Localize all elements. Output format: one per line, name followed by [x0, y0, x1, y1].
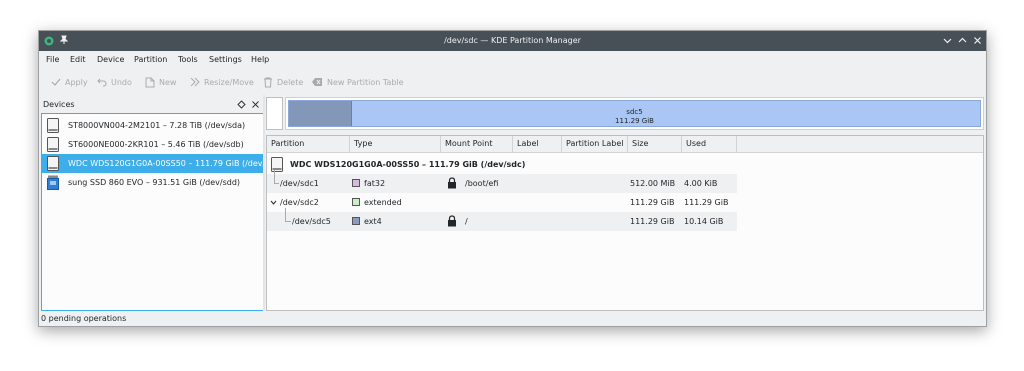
- table-row[interactable]: /dev/sdc1 fat32 /boot/efi 512.00 MiB 4.0…: [267, 170, 737, 193]
- device-item-sdb[interactable]: ST6000NE000-2KR101 – 5.46 TiB (/dev/sdb): [42, 135, 263, 154]
- mount-point: /boot/efi: [465, 179, 499, 188]
- partition-block-sdc5[interactable]: sdc5 111.29 GiB: [288, 100, 981, 127]
- status-text: 0 pending operations: [41, 314, 127, 323]
- undo-icon: [97, 78, 107, 87]
- device-label: ST6000NE000-2KR101 – 5.46 TiB (/dev/sdb): [68, 140, 244, 149]
- menu-edit[interactable]: Edit: [70, 55, 86, 64]
- column-header-mount-point[interactable]: Mount Point: [441, 136, 513, 152]
- table-header: Partition Type Mount Point Label Partiti…: [267, 136, 983, 153]
- device-label: sung SSD 860 EVO – 931.51 GiB (/dev/sdd): [68, 178, 241, 187]
- lock-icon: [448, 177, 456, 189]
- column-header-type[interactable]: Type: [350, 136, 441, 152]
- checkmark-icon: [51, 78, 61, 86]
- new-document-icon: [145, 77, 155, 87]
- partition-used: 10.14 GiB: [684, 217, 724, 226]
- menu-device[interactable]: Device: [97, 55, 124, 64]
- partition-table: Partition Type Mount Point Label Partiti…: [266, 135, 984, 311]
- device-label: ST8000VN004-2M2101 – 7.28 TiB (/dev/sda): [68, 121, 246, 130]
- apply-label: Apply: [65, 77, 88, 87]
- partition-used: 111.29 GiB: [684, 198, 729, 207]
- delete-button[interactable]: Delete: [263, 75, 303, 89]
- menu-settings[interactable]: Settings: [209, 55, 242, 64]
- close-icon[interactable]: [972, 35, 983, 46]
- undo-label: Undo: [111, 77, 132, 87]
- app-window: /dev/sdc — KDE Partition Manager File Ed…: [38, 30, 987, 327]
- devices-title: Devices: [43, 100, 75, 109]
- partition-size: 111.29 GiB: [630, 217, 675, 226]
- menu-partition[interactable]: Partition: [134, 55, 167, 64]
- type-color-swatch: [352, 217, 360, 225]
- column-header-label[interactable]: Label: [513, 136, 562, 152]
- hard-disk-icon: [47, 137, 59, 152]
- type-color-swatch: [352, 198, 360, 206]
- partition-block-size: 111.29 GiB: [615, 117, 654, 125]
- menu-help[interactable]: Help: [251, 55, 269, 64]
- partition-name: /dev/sdc1: [280, 179, 319, 188]
- partition-used: 4.00 KiB: [684, 179, 718, 188]
- partition-size: 512.00 MiB: [630, 179, 676, 188]
- main-area: sdc5 111.29 GiB Partition Type Mount Poi…: [266, 95, 986, 311]
- menu-tools[interactable]: Tools: [178, 55, 198, 64]
- table-row-device[interactable]: WDC WDS120G1G0A-00SS50 – 111.79 GiB (/de…: [267, 155, 737, 174]
- title-bar: /dev/sdc — KDE Partition Manager: [39, 31, 986, 51]
- partition-bar[interactable]: sdc5 111.29 GiB: [285, 97, 984, 130]
- type-color-swatch: [352, 179, 360, 187]
- resize-move-label: Resize/Move: [204, 77, 254, 87]
- devices-list: ST8000VN004-2M2101 – 7.28 TiB (/dev/sda)…: [41, 113, 282, 311]
- device-item-sdd[interactable]: sung SSD 860 EVO – 931.51 GiB (/dev/sdd): [42, 173, 263, 192]
- minimize-icon[interactable]: [942, 35, 953, 46]
- partition-name: /dev/sdc5: [292, 217, 331, 226]
- new-button[interactable]: New: [145, 75, 176, 89]
- hard-disk-icon: [47, 156, 59, 171]
- status-bar: 0 pending operations: [39, 312, 986, 326]
- clear-icon: [312, 78, 322, 86]
- partition-type: extended: [364, 198, 402, 207]
- partition-type: ext4: [364, 217, 382, 226]
- column-header-partition-label[interactable]: Partition Label: [562, 136, 628, 152]
- resize-icon: [190, 77, 200, 87]
- device-label: WDC WDS120G1G0A-00SS50 – 111.79 GiB (/de…: [68, 159, 282, 168]
- panel-splitter[interactable]: [263, 95, 265, 311]
- partition-type: fat32: [364, 179, 386, 188]
- lock-icon: [448, 215, 456, 227]
- close-panel-icon[interactable]: [251, 100, 260, 109]
- menu-bar: File Edit Device Partition Tools Setting…: [39, 52, 986, 68]
- resize-move-button[interactable]: Resize/Move: [190, 75, 254, 89]
- column-header-used[interactable]: Used: [682, 136, 737, 152]
- partition-block-name: sdc5: [626, 108, 643, 116]
- trash-icon: [264, 77, 272, 87]
- device-row-label: WDC WDS120G1G0A-00SS50 – 111.79 GiB (/de…: [290, 160, 526, 169]
- toolbar: Apply Undo New Resize/Move Delete New Pa…: [39, 71, 986, 93]
- table-row[interactable]: /dev/sdc5 ext4 / 111.29 GiB 10.14 GiB: [267, 208, 737, 231]
- partition-name: /dev/sdc2: [280, 198, 319, 207]
- partition-size: 111.29 GiB: [630, 198, 675, 207]
- ssd-icon: [47, 175, 59, 190]
- unallocated-slot[interactable]: [266, 97, 283, 130]
- mount-point: /: [465, 217, 468, 226]
- apply-button[interactable]: Apply: [51, 75, 88, 89]
- maximize-icon[interactable]: [957, 35, 968, 46]
- devices-header: Devices: [40, 98, 263, 112]
- tree-connector: [285, 208, 291, 222]
- chevron-down-icon[interactable]: [270, 199, 277, 206]
- undo-button[interactable]: Undo: [97, 75, 132, 89]
- device-item-sda[interactable]: ST8000VN004-2M2101 – 7.28 TiB (/dev/sda): [42, 116, 263, 135]
- hard-disk-icon: [47, 118, 59, 133]
- delete-label: Delete: [277, 77, 304, 87]
- table-row[interactable]: /dev/sdc2 extended 111.29 GiB 111.29 GiB: [267, 193, 737, 212]
- tree-connector: [274, 170, 279, 184]
- new-partition-table-button[interactable]: New Partition Table: [311, 75, 404, 89]
- window-title: /dev/sdc — KDE Partition Manager: [444, 36, 581, 45]
- new-label: New: [159, 77, 177, 87]
- float-panel-icon[interactable]: [237, 100, 246, 109]
- device-item-sdc[interactable]: WDC WDS120G1G0A-00SS50 – 111.79 GiB (/de…: [42, 154, 282, 173]
- new-partition-table-label: New Partition Table: [327, 77, 404, 87]
- menu-file[interactable]: File: [46, 55, 59, 64]
- column-header-partition[interactable]: Partition: [267, 136, 350, 152]
- devices-panel: Devices ST8000VN004-2M2101 – 7.28 TiB (/…: [40, 95, 282, 311]
- column-header-size[interactable]: Size: [628, 136, 682, 152]
